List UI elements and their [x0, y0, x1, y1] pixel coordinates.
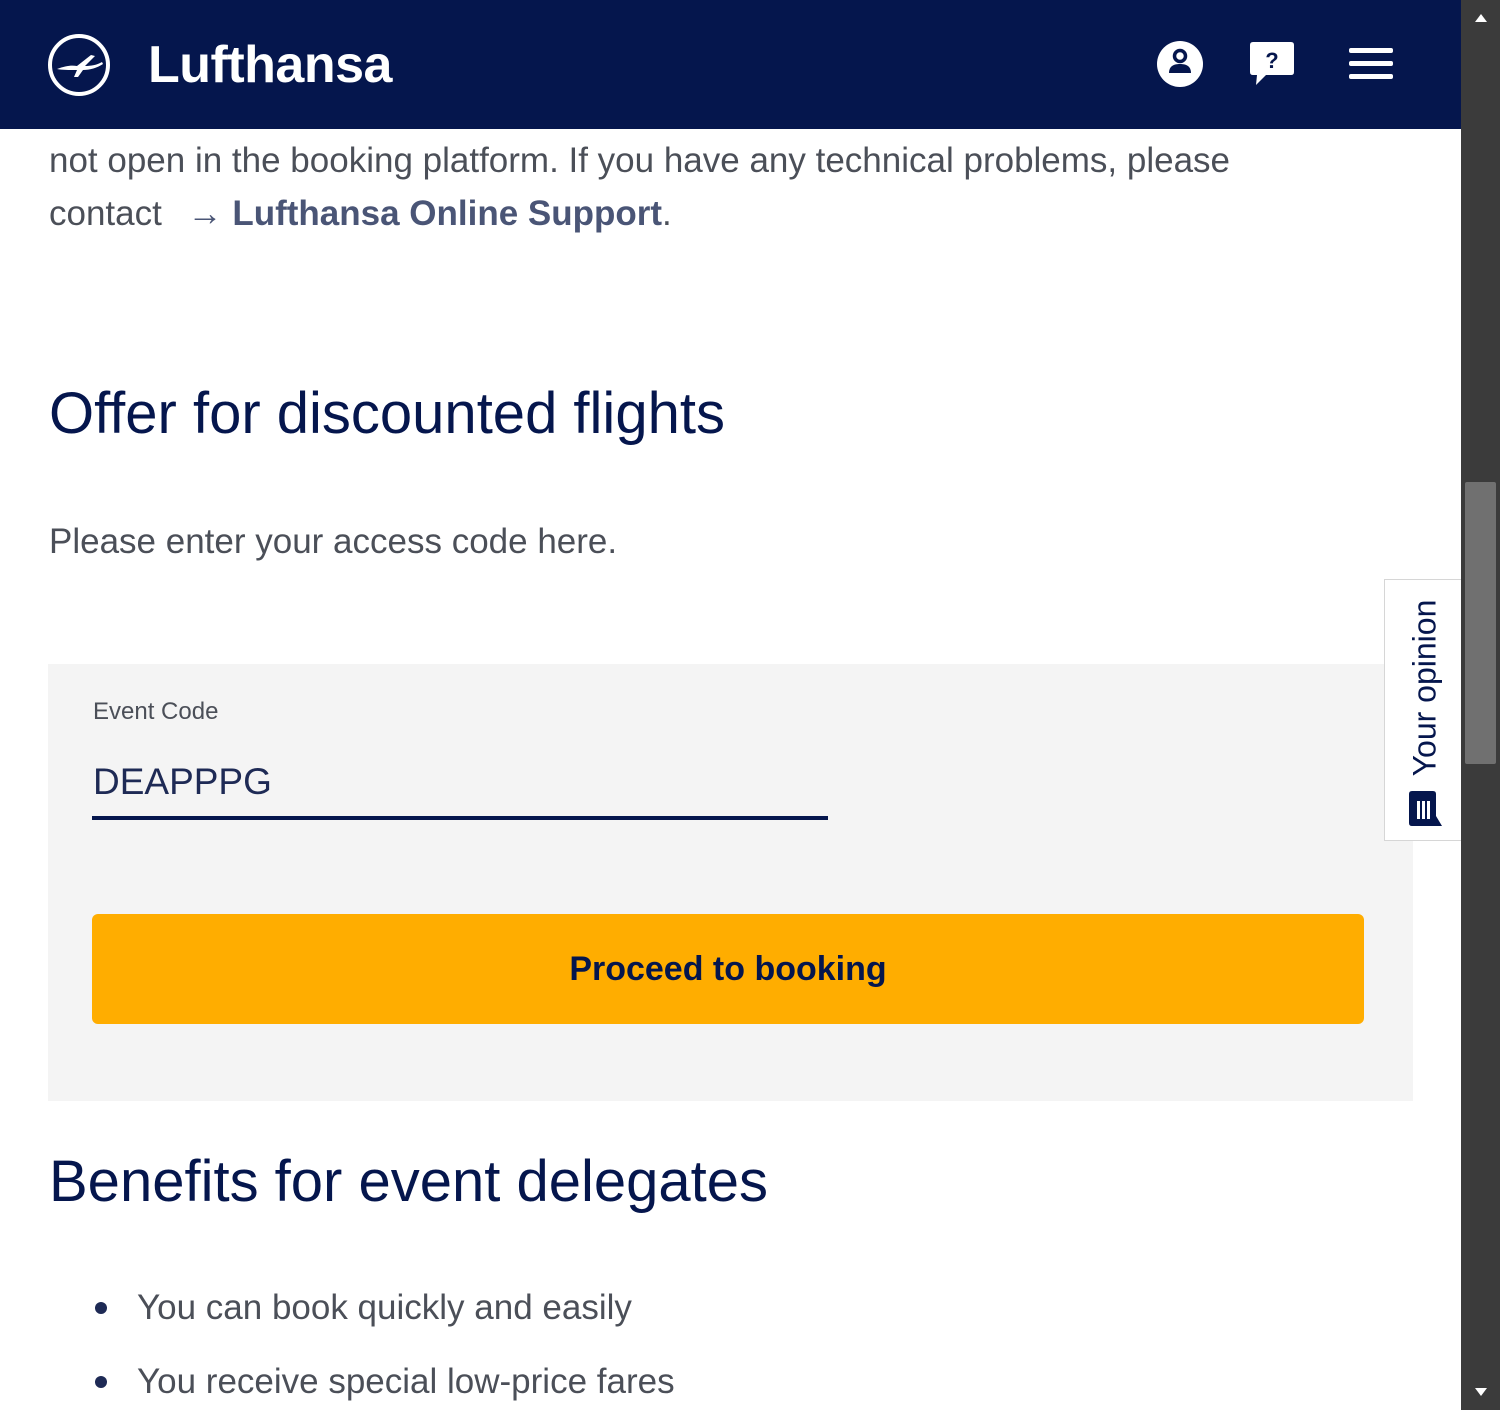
event-code-input[interactable] — [92, 748, 828, 820]
online-support-link[interactable]: → Lufthansa Online Support — [172, 194, 662, 233]
brand-wordmark[interactable]: Lufthansa — [148, 34, 392, 96]
menu-button[interactable] — [1343, 36, 1399, 92]
online-support-link-text: Lufthansa Online Support — [232, 194, 663, 233]
page-viewport: Lufthansa ? not open in the booking plat… — [0, 0, 1461, 1410]
benefits-heading: Benefits for event delegates — [49, 1149, 769, 1214]
benefit-text: You receive special low-price fares — [137, 1362, 675, 1401]
vertical-scrollbar[interactable] — [1461, 0, 1500, 1410]
list-item: You receive special low-price fares — [0, 1354, 675, 1410]
list-item: You can book quickly and easily — [0, 1280, 675, 1354]
crane-logo-icon[interactable] — [47, 33, 111, 97]
your-opinion-label: Your opinion — [1406, 599, 1443, 777]
hamburger-menu-icon — [1349, 48, 1393, 79]
scrollbar-thumb[interactable] — [1465, 482, 1496, 764]
event-code-form: Event Code Proceed to booking — [48, 664, 1413, 1101]
offer-subtext: Please enter your access code here. — [49, 522, 618, 561]
intro-paragraph: not open in the booking platform. If you… — [49, 134, 1349, 240]
bullet-icon — [95, 1302, 107, 1314]
feedback-icon — [1409, 791, 1442, 826]
help-icon: ? — [1250, 42, 1294, 85]
your-opinion-tab[interactable]: Your opinion — [1384, 579, 1461, 841]
benefit-text: You can book quickly and easily — [137, 1288, 632, 1327]
link-arrow-icon: → — [187, 194, 223, 233]
help-button[interactable]: ? — [1244, 36, 1300, 92]
event-code-label: Event Code — [93, 698, 219, 725]
benefits-list: You can book quickly and easily You rece… — [0, 1280, 675, 1410]
proceed-to-booking-button[interactable]: Proceed to booking — [92, 914, 1364, 1024]
svg-text:?: ? — [1265, 48, 1278, 73]
offer-heading: Offer for discounted flights — [49, 381, 725, 446]
account-button[interactable] — [1152, 36, 1208, 92]
scroll-up-arrow-icon[interactable] — [1461, 0, 1500, 36]
bullet-icon — [95, 1376, 107, 1388]
scroll-down-arrow-icon[interactable] — [1461, 1374, 1500, 1410]
account-icon — [1157, 41, 1203, 87]
intro-trailing: . — [662, 194, 672, 233]
site-header: Lufthansa ? — [0, 0, 1461, 129]
